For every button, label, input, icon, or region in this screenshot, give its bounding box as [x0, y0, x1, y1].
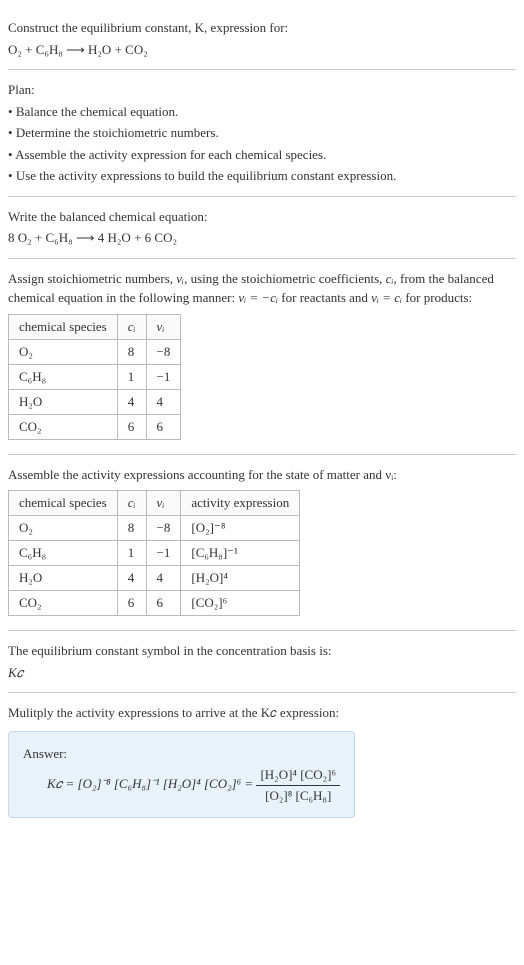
nu-header: νᵢ [157, 495, 165, 510]
answer-section: Mulitply the activity expressions to arr… [8, 693, 516, 826]
table-header-row: chemical species cᵢ νᵢ [9, 314, 181, 339]
answer-box: Answer: K𝑐 = [O₂]⁻⁸ [C₆H₈]⁻¹ [H₂O]⁴ [CO₂… [8, 731, 355, 819]
table-row: C₆H₈ 1 −1 [C₆H₈]⁻¹ [9, 541, 300, 566]
plan-bullet-text: Balance the chemical equation. [16, 104, 178, 119]
activity-section: Assemble the activity expressions accoun… [8, 455, 516, 632]
cell-nu: −8 [146, 516, 181, 541]
multiply-intro: Mulitply the activity expressions to arr… [8, 703, 516, 723]
cell-species: C₆H₈ [9, 541, 118, 566]
activity-table: chemical species cᵢ νᵢ activity expressi… [8, 490, 300, 616]
stoich-text: Assign stoichiometric numbers, [8, 271, 176, 286]
ci-header: cᵢ [128, 495, 136, 510]
stoich-text: for products: [402, 290, 472, 305]
cell-species: C₆H₈ [9, 364, 118, 389]
intro-title: Construct the equilibrium constant, K, e… [8, 18, 516, 38]
cell-ci: 1 [117, 364, 146, 389]
plan-bullet: • Use the activity expressions to build … [8, 166, 516, 186]
cell-activity: [CO₂]⁶ [181, 591, 300, 616]
nu-header: νᵢ [157, 319, 165, 334]
cell-ci: 4 [117, 389, 146, 414]
col-header: νᵢ [146, 314, 181, 339]
col-header: chemical species [9, 314, 118, 339]
stoich-rel: νᵢ = −cᵢ [238, 290, 278, 305]
symbol-section: The equilibrium constant symbol in the c… [8, 631, 516, 693]
balanced-heading: Write the balanced chemical equation: [8, 207, 516, 227]
cell-nu: 6 [146, 591, 181, 616]
nu-symbol: νᵢ [176, 271, 184, 286]
cell-nu: 4 [146, 389, 181, 414]
stoich-text: , using the stoichiometric coefficients, [184, 271, 386, 286]
plan-bullet: • Balance the chemical equation. [8, 102, 516, 122]
table-row: H₂O 4 4 [H₂O]⁴ [9, 566, 300, 591]
cell-ci: 8 [117, 516, 146, 541]
table-row: C₆H₈ 1 −1 [9, 364, 181, 389]
stoich-table: chemical species cᵢ νᵢ O₂ 8 −8 C₆H₈ 1 −1… [8, 314, 181, 440]
cell-ci: 1 [117, 541, 146, 566]
kc-symbol: K𝑐 [8, 663, 516, 683]
col-header: activity expression [181, 491, 300, 516]
intro-section: Construct the equilibrium constant, K, e… [8, 8, 516, 70]
cell-ci: 6 [117, 591, 146, 616]
cell-species: H₂O [9, 389, 118, 414]
cell-species: CO₂ [9, 414, 118, 439]
cell-nu: −8 [146, 339, 181, 364]
plan-bullet-text: Assemble the activity expression for eac… [15, 147, 326, 162]
table-row: CO₂ 6 6 [CO₂]⁶ [9, 591, 300, 616]
stoich-intro: Assign stoichiometric numbers, νᵢ, using… [8, 269, 516, 308]
answer-label: Answer: [23, 744, 340, 764]
cell-activity: [C₆H₈]⁻¹ [181, 541, 300, 566]
table-row: O₂ 8 −8 [O₂]⁻⁸ [9, 516, 300, 541]
cell-nu: 4 [146, 566, 181, 591]
cell-species: O₂ [9, 339, 118, 364]
ci-symbol: cᵢ [386, 271, 394, 286]
col-header: νᵢ [146, 491, 181, 516]
col-header: cᵢ [117, 314, 146, 339]
cell-species: O₂ [9, 516, 118, 541]
col-header: cᵢ [117, 491, 146, 516]
activity-intro: Assemble the activity expressions accoun… [8, 465, 516, 485]
plan-bullet-text: Use the activity expressions to build th… [16, 168, 397, 183]
stoich-rel: νᵢ = cᵢ [371, 290, 402, 305]
balanced-section: Write the balanced chemical equation: 8 … [8, 197, 516, 259]
plan-bullet: • Assemble the activity expression for e… [8, 145, 516, 165]
col-header: chemical species [9, 491, 118, 516]
cell-activity: [O₂]⁻⁸ [181, 516, 300, 541]
cell-ci: 8 [117, 339, 146, 364]
intro-equation: O₂ + C₆H₈ ⟶ H₂O + CO₂ [8, 40, 516, 60]
cell-species: H₂O [9, 566, 118, 591]
stoich-text: for reactants and [278, 290, 371, 305]
balanced-equation: 8 O₂ + C₆H₈ ⟶ 4 H₂O + 6 CO₂ [8, 228, 516, 248]
cell-species: CO₂ [9, 591, 118, 616]
cell-nu: −1 [146, 541, 181, 566]
plan-section: Plan: • Balance the chemical equation. •… [8, 70, 516, 197]
cell-nu: 6 [146, 414, 181, 439]
table-row: H₂O 4 4 [9, 389, 181, 414]
ci-header: cᵢ [128, 319, 136, 334]
answer-expression: K𝑐 = [O₂]⁻⁸ [C₆H₈]⁻¹ [H₂O]⁴ [CO₂]⁶ = [H₂… [23, 765, 340, 805]
stoich-section: Assign stoichiometric numbers, νᵢ, using… [8, 259, 516, 455]
table-row: CO₂ 6 6 [9, 414, 181, 439]
cell-activity: [H₂O]⁴ [181, 566, 300, 591]
plan-heading: Plan: [8, 80, 516, 100]
symbol-intro: The equilibrium constant symbol in the c… [8, 641, 516, 661]
cell-nu: −1 [146, 364, 181, 389]
cell-ci: 4 [117, 566, 146, 591]
plan-bullet: • Determine the stoichiometric numbers. [8, 123, 516, 143]
kc-equation: K𝑐 = [O₂]⁻⁸ [C₆H₈]⁻¹ [H₂O]⁴ [CO₂]⁶ = [47, 776, 256, 791]
plan-bullet-text: Determine the stoichiometric numbers. [16, 125, 219, 140]
fraction: [H₂O]⁴ [CO₂]⁶ [O₂]⁸ [C₆H₈] [256, 765, 340, 805]
fraction-denominator: [O₂]⁸ [C₆H₈] [256, 786, 340, 806]
table-row: O₂ 8 −8 [9, 339, 181, 364]
fraction-numerator: [H₂O]⁴ [CO₂]⁶ [256, 765, 340, 786]
table-header-row: chemical species cᵢ νᵢ activity expressi… [9, 491, 300, 516]
cell-ci: 6 [117, 414, 146, 439]
